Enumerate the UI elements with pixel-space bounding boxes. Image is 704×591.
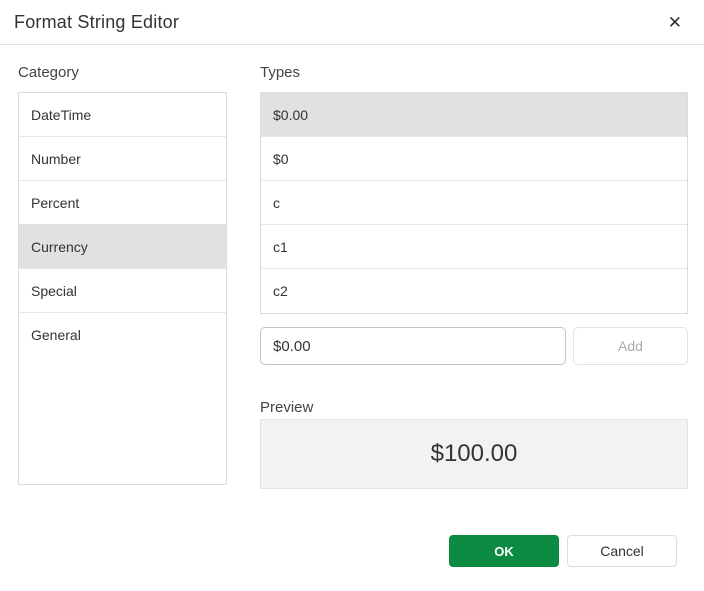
category-label: Category xyxy=(18,64,79,81)
dialog-footer: OK Cancel xyxy=(449,535,677,567)
dialog-header: Format String Editor ✕ xyxy=(0,0,704,45)
dialog-body: Category DateTime Number Percent Currency Sp… xyxy=(0,45,704,489)
add-button[interactable]: Add xyxy=(573,327,688,365)
preview-value: $100.00 xyxy=(430,440,518,467)
category-section: Category DateTime Number Percent Currency Sp… xyxy=(18,62,227,489)
ok-button[interactable]: OK xyxy=(449,535,559,567)
types-section: Types $0.00$0cc1c2 Add Preview $100.00 xyxy=(260,62,688,489)
add-format-row: Add xyxy=(260,327,688,365)
category-list-item[interactable]: DateTime xyxy=(19,93,226,137)
dialog-title: Format String Editor xyxy=(14,11,180,32)
category-list-item[interactable]: Number xyxy=(19,137,226,181)
format-string-editor-dialog: Format String Editor ✕ Category DateTime… xyxy=(0,0,704,591)
category-list-item[interactable]: Percent xyxy=(19,181,226,225)
category-list-item[interactable]: Special xyxy=(19,269,226,313)
types-list-item[interactable]: c xyxy=(261,181,687,225)
format-string-input[interactable] xyxy=(260,327,566,365)
category-list: DateTime Number Percent Currency Special Gene… xyxy=(18,92,227,485)
category-list-item[interactable]: General xyxy=(19,313,226,357)
types-label: Types xyxy=(260,64,301,81)
preview-box: $100.00 xyxy=(260,419,688,489)
category-list-item[interactable]: Currency xyxy=(19,225,226,269)
types-list-item[interactable]: c2 xyxy=(261,269,687,313)
close-icon[interactable]: ✕ xyxy=(664,12,686,33)
types-list: $0.00 $0 c c1 c2 xyxy=(260,92,688,314)
types-list-item[interactable]: $0 xyxy=(261,137,687,181)
cancel-button[interactable]: Cancel xyxy=(567,535,677,567)
types-list-item[interactable]: $0.00 xyxy=(261,93,687,137)
types-list-item[interactable]: c1 xyxy=(261,225,687,269)
preview-label: Preview xyxy=(260,399,314,416)
